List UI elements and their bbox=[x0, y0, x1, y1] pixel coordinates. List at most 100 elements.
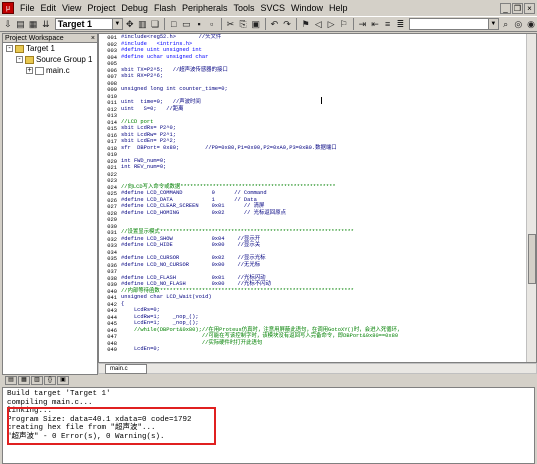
scroll-thumb[interactable] bbox=[528, 234, 536, 284]
collapse-icon[interactable]: - bbox=[6, 45, 13, 52]
line-number: 018 bbox=[107, 145, 117, 152]
restore-icon[interactable]: ❐ bbox=[512, 2, 523, 14]
menu-item-debug[interactable]: Debug bbox=[118, 0, 151, 16]
uncomment-icon[interactable]: ≣ bbox=[395, 18, 407, 30]
menu-item-flash[interactable]: Flash bbox=[151, 0, 179, 16]
next-bookmark-icon[interactable]: ▷ bbox=[325, 18, 337, 30]
menu-item-view[interactable]: View bbox=[59, 0, 84, 16]
line-number: 041 bbox=[107, 295, 117, 301]
copy-icon[interactable]: ❏ bbox=[149, 18, 161, 30]
chevron-down-icon: ▼ bbox=[487, 19, 498, 29]
output-line: compiling main.c... bbox=[7, 398, 93, 407]
line-number: 016 bbox=[107, 132, 117, 139]
tree-item-label: Target 1 bbox=[26, 44, 55, 53]
line-number: 045 bbox=[107, 321, 117, 327]
rebuild-icon[interactable]: ▦ bbox=[27, 18, 39, 30]
code-line: LcdRs=0; bbox=[121, 307, 160, 313]
functions-tab-icon[interactable]: {} bbox=[44, 376, 56, 385]
code-line: LcdEn=1; _nop_(); bbox=[121, 320, 199, 326]
regs-tab-icon[interactable]: ▦ bbox=[18, 376, 30, 385]
copy-text-icon[interactable]: ⎘ bbox=[237, 18, 249, 30]
line-number: 038 bbox=[107, 275, 117, 282]
text-caret bbox=[321, 97, 322, 104]
close-icon[interactable]: × bbox=[524, 2, 535, 14]
prev-bookmark-icon[interactable]: ◁ bbox=[313, 18, 325, 30]
line-number: 043 bbox=[107, 308, 117, 314]
target-options-icon[interactable]: ✥ bbox=[124, 18, 136, 30]
find-select[interactable]: ▼ bbox=[409, 18, 499, 30]
line-number: 040 bbox=[107, 288, 117, 295]
build-icon[interactable]: ▤ bbox=[15, 18, 27, 30]
line-number: 047 bbox=[107, 334, 117, 340]
line-number: 011 bbox=[107, 100, 117, 106]
tree-item-label: Source Group 1 bbox=[36, 55, 93, 64]
books-tab-icon[interactable]: ▥ bbox=[31, 376, 43, 385]
close-icon[interactable]: × bbox=[91, 34, 95, 43]
line-number: 002 bbox=[107, 41, 117, 48]
code-line: uint S=0; //距离 bbox=[121, 105, 184, 112]
workspace-header: Project Workspace × bbox=[3, 34, 97, 43]
menu-item-file[interactable]: File bbox=[17, 0, 38, 16]
line-number: 034 bbox=[107, 249, 117, 256]
target-select[interactable]: Target 1 ▼ bbox=[54, 18, 123, 30]
expand-icon[interactable]: + bbox=[26, 67, 33, 74]
workspace-title: Project Workspace bbox=[5, 35, 64, 42]
indent-icon[interactable]: ⇥ bbox=[357, 18, 369, 30]
menu-item-tools[interactable]: Tools bbox=[230, 0, 257, 16]
tree-item[interactable]: - Target 1 bbox=[3, 43, 97, 54]
line-number: 012 bbox=[107, 106, 117, 113]
new-file-icon[interactable]: □ bbox=[168, 18, 180, 30]
unindent-icon[interactable]: ⇤ bbox=[369, 18, 381, 30]
cut-icon[interactable]: ✂ bbox=[225, 18, 237, 30]
tree-item[interactable]: - Source Group 1 bbox=[3, 54, 97, 65]
code-area[interactable]: #include<reg52.h> //头文件 #include <intrins… bbox=[119, 34, 527, 362]
code-editor[interactable]: 001 002 003 004 005 006 007 008 009 010 011 012 013 0… bbox=[98, 33, 537, 363]
code-line: unsigned long int counter_time=0; bbox=[121, 86, 228, 92]
templates-tab-icon[interactable]: ▣ bbox=[57, 376, 69, 385]
editor-tab-bar: main.c bbox=[98, 363, 537, 374]
find-in-files-icon[interactable]: ⌕ bbox=[500, 18, 512, 30]
line-number: 035 bbox=[107, 256, 117, 262]
menu-item-peripherals[interactable]: Peripherals bbox=[179, 0, 231, 16]
clear-bookmarks-icon[interactable]: ⚐ bbox=[338, 18, 350, 30]
bookmark-icon[interactable]: ⚑ bbox=[300, 18, 312, 30]
incremental-find-icon[interactable]: ◉ bbox=[525, 18, 537, 30]
menu-item-help[interactable]: Help bbox=[326, 0, 351, 16]
toolbar-separator bbox=[295, 18, 297, 30]
comment-icon[interactable]: ≡ bbox=[382, 18, 394, 30]
minimize-icon[interactable]: _ bbox=[500, 2, 511, 14]
find-icon[interactable]: ◎ bbox=[512, 18, 524, 30]
line-number: 010 bbox=[107, 93, 117, 100]
undo-icon[interactable]: ↶ bbox=[269, 18, 281, 30]
files-tab-icon[interactable]: ▤ bbox=[5, 376, 17, 385]
collapse-icon[interactable]: - bbox=[16, 56, 23, 63]
open-file-icon[interactable]: ▭ bbox=[181, 18, 193, 30]
code-line: #define uchar unsigned char bbox=[121, 53, 209, 60]
paste-icon[interactable]: ▣ bbox=[250, 18, 262, 30]
code-line: sfr DBPort= 0x80; //P0=0x80,P1=0x90,P2=0… bbox=[121, 144, 337, 151]
tab-main-c[interactable]: main.c bbox=[105, 363, 147, 374]
folder-icon bbox=[25, 55, 34, 64]
line-number: 044 bbox=[107, 314, 117, 321]
manage-components-icon[interactable]: ▥ bbox=[137, 18, 149, 30]
download-icon[interactable]: ⇊ bbox=[40, 18, 52, 30]
vertical-scrollbar[interactable] bbox=[526, 34, 536, 362]
line-number: 031 bbox=[107, 230, 117, 236]
line-number: 039 bbox=[107, 282, 117, 288]
translate-icon[interactable]: ⇩ bbox=[2, 18, 14, 30]
menu-item-window[interactable]: Window bbox=[288, 0, 326, 16]
line-number: 030 bbox=[107, 223, 117, 230]
file-icon bbox=[35, 66, 44, 75]
line-number: 036 bbox=[107, 262, 117, 269]
save-all-icon[interactable]: ▫ bbox=[206, 18, 218, 30]
menu-item-svcs[interactable]: SVCS bbox=[258, 0, 289, 16]
code-line: unsigned char LCD_Wait(void) bbox=[121, 294, 212, 300]
menu-item-project[interactable]: Project bbox=[84, 0, 118, 16]
code-line: #define LCD_HIDE 0x00 //显示关 bbox=[121, 242, 261, 248]
redo-icon[interactable]: ↷ bbox=[281, 18, 293, 30]
toolbar: ⇩ ▤ ▦ ⇊ Target 1 ▼ ✥ ▥ ❏ □ ▭ ▪ ▫ ✂ ⎘ ▣ ↶… bbox=[0, 16, 537, 32]
line-number: 048 bbox=[107, 340, 117, 347]
tree-item[interactable]: + main.c bbox=[3, 65, 97, 76]
menu-item-edit[interactable]: Edit bbox=[38, 0, 60, 16]
save-icon[interactable]: ▪ bbox=[193, 18, 205, 30]
